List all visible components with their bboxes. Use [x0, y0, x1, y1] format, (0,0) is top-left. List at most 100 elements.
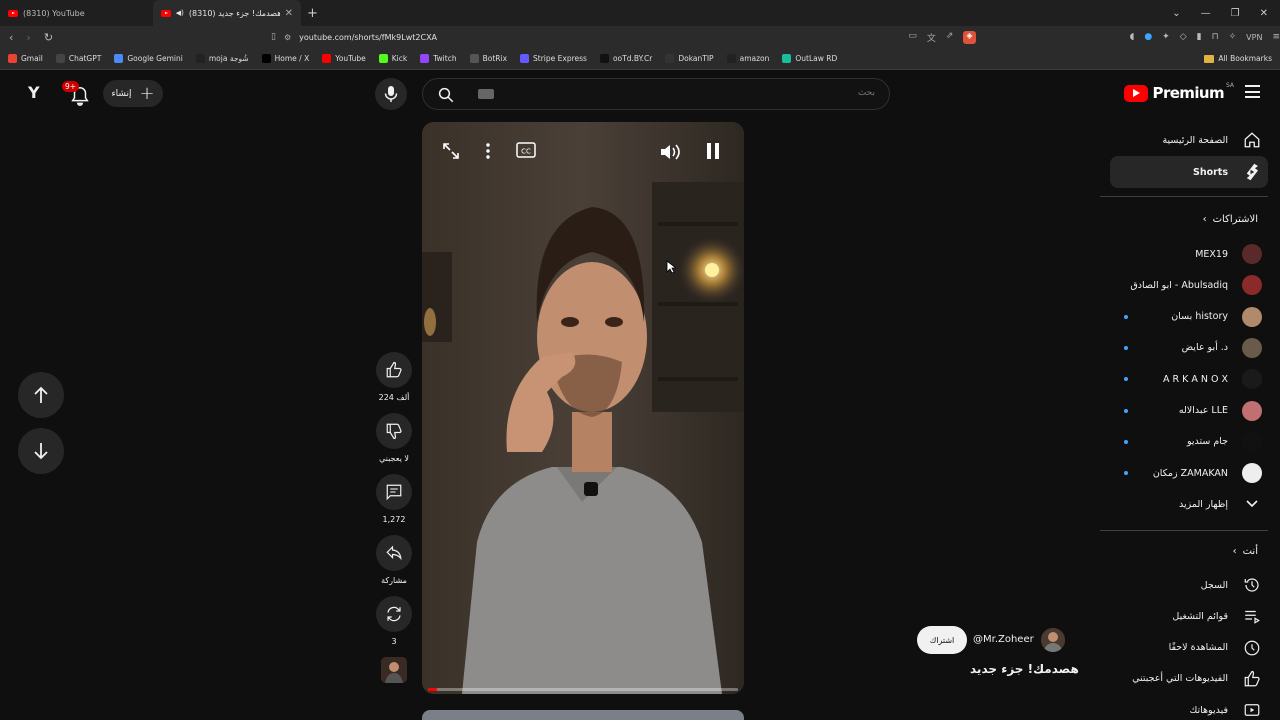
- short-video-player[interactable]: CC: [422, 122, 744, 694]
- bookmark-item[interactable]: BotRix: [469, 54, 507, 63]
- keyboard-icon[interactable]: [478, 89, 494, 99]
- next-short-button[interactable]: [18, 428, 64, 474]
- bookmarks-icon[interactable]: ⊓: [1212, 32, 1219, 42]
- extensions-icon[interactable]: ✦: [1162, 32, 1170, 42]
- sidebar-item-you[interactable]: المشاهدة لاحقًا: [1110, 632, 1268, 664]
- next-short-preview[interactable]: [422, 710, 744, 720]
- sidebar-icon[interactable]: ▮: [1197, 32, 1202, 42]
- sidebar-item-subscription[interactable]: A R K A N O X: [1110, 363, 1268, 395]
- bookmark-item[interactable]: YouTube: [322, 54, 366, 63]
- new-tab-icon[interactable]: +: [307, 6, 318, 21]
- bookmark-label: Gmail: [21, 54, 43, 63]
- search-icon[interactable]: [437, 86, 455, 104]
- close-window-icon[interactable]: ✕: [1260, 8, 1268, 19]
- bookmark-item[interactable]: Google Gemini: [114, 54, 183, 63]
- vpn-button[interactable]: VPN: [1246, 33, 1262, 42]
- share-button[interactable]: [376, 535, 412, 571]
- remix-icon: [387, 606, 401, 622]
- bookmark-item[interactable]: Kick: [378, 54, 408, 63]
- maximize-icon[interactable]: ❐: [1231, 8, 1240, 19]
- sidebar-item-label: بسان history: [1171, 311, 1228, 323]
- subscriptions-heading[interactable]: ‹ الاشتراكات: [1203, 214, 1258, 225]
- sidebar-item-you[interactable]: الفيديوهات التي أعجبتني: [1110, 663, 1268, 695]
- create-button[interactable]: إنشاء +: [103, 80, 163, 107]
- sidebar-item-subscription[interactable]: عبدالاله LLE: [1110, 395, 1268, 427]
- pause-icon[interactable]: [706, 142, 720, 164]
- sound-thumbnail[interactable]: [381, 657, 407, 683]
- translate-icon[interactable]: 文: [927, 31, 936, 44]
- sidebar-item-label: ابو الصادق - Abulsadiq: [1130, 279, 1228, 291]
- sidebar-item-shorts[interactable]: Shorts: [1110, 156, 1268, 188]
- voice-search-button[interactable]: [375, 78, 407, 110]
- microphone-icon: [384, 86, 398, 102]
- bookmark-item[interactable]: moja شُوجة: [195, 54, 249, 63]
- guide-menu-icon[interactable]: [1245, 85, 1260, 98]
- share-icon[interactable]: ⇗: [946, 31, 954, 44]
- bookmark-item[interactable]: Twitch: [420, 54, 457, 63]
- browser-menu-icon[interactable]: ≡: [1272, 32, 1280, 42]
- forward-icon[interactable]: ›: [26, 31, 30, 44]
- y-app-icon[interactable]: Y: [28, 83, 40, 102]
- mouse-cursor-icon: [666, 260, 676, 274]
- sidebar-item-subscription[interactable]: د. أبو عايض: [1110, 332, 1268, 364]
- bookmark-item[interactable]: amazon: [726, 54, 769, 63]
- sidebar-item-subscription[interactable]: زمكان ZAMAKAN: [1110, 457, 1268, 489]
- like-button[interactable]: [376, 352, 412, 388]
- sidebar-item-subscription[interactable]: جام ستديو: [1110, 426, 1268, 458]
- you-heading[interactable]: ‹ أنت: [1233, 546, 1258, 557]
- remix-button[interactable]: [376, 596, 412, 632]
- bookmark-item[interactable]: ChatGPT: [55, 54, 101, 63]
- all-bookmarks-button[interactable]: All Bookmarks: [1204, 54, 1280, 63]
- search-box[interactable]: بحث: [422, 78, 890, 110]
- bookmark-item[interactable]: OutLaw RD: [782, 54, 837, 63]
- url-field[interactable]: ▯ ⚙ youtube.com/shorts/fMk9Lwt2CXA ▭ 文 ⇗…: [271, 28, 980, 46]
- sidebar-item-subscription[interactable]: MEX19: [1110, 238, 1268, 270]
- extension-icons: ◖ ● ✦ ◇ ▮ ⊓ ✧ VPN ≡: [1130, 32, 1280, 42]
- sidebar-item-you[interactable]: قوائم التشغيل: [1110, 600, 1268, 632]
- bookmark-item[interactable]: Gmail: [8, 54, 43, 63]
- more-options-icon[interactable]: [484, 142, 492, 164]
- cast-icon[interactable]: ▭: [908, 31, 917, 44]
- bookmark-item[interactable]: DokanTIP: [665, 54, 714, 63]
- fullscreen-icon[interactable]: [442, 142, 460, 164]
- channel-avatar[interactable]: [1041, 628, 1065, 652]
- brave-shield-icon[interactable]: ◈: [963, 30, 976, 44]
- sidebar-item-subscription[interactable]: ابو الصادق - Abulsadiq: [1110, 269, 1268, 301]
- browser-tab-youtube[interactable]: (8310) YouTube: [0, 0, 150, 26]
- comments-button[interactable]: [376, 474, 412, 510]
- site-info-icon[interactable]: ⚙: [284, 33, 291, 42]
- bookmark-icon[interactable]: ▯: [271, 32, 276, 42]
- sidebar-item-you[interactable]: السجل: [1110, 569, 1268, 601]
- sidebar-item-subscription[interactable]: بسان history: [1110, 301, 1268, 333]
- extension-blue-icon[interactable]: ●: [1144, 32, 1152, 42]
- sidebar-item-you[interactable]: فيديوهاتك: [1110, 694, 1268, 720]
- ai-icon[interactable]: ◇: [1180, 32, 1187, 42]
- volume-icon[interactable]: [659, 142, 681, 166]
- video-progress-bar[interactable]: [428, 688, 738, 691]
- youtube-premium-logo[interactable]: Premium: [1123, 84, 1225, 102]
- captions-icon[interactable]: CC: [516, 142, 536, 162]
- channel-avatar: [1242, 400, 1262, 421]
- sidebar-item-home[interactable]: الصفحة الرئيسية: [1110, 124, 1268, 156]
- bookmark-item[interactable]: Home / X: [261, 54, 309, 63]
- notifications-button[interactable]: 9+: [62, 81, 92, 106]
- bookmark-label: YouTube: [335, 54, 366, 63]
- leo-icon[interactable]: ✧: [1229, 32, 1237, 42]
- tab-search-icon[interactable]: ⌄: [1172, 8, 1180, 19]
- dislike-button[interactable]: [376, 413, 412, 449]
- channel-handle[interactable]: @Mr.Zoheer: [973, 634, 1034, 645]
- show-more-button[interactable]: إظهار المزيد: [1110, 488, 1268, 520]
- minimize-icon[interactable]: —: [1201, 8, 1211, 19]
- subscribe-button[interactable]: اشتراك: [917, 626, 967, 654]
- close-tab-icon[interactable]: ✕: [285, 8, 293, 19]
- channel-avatar: [1242, 463, 1262, 484]
- bookmark-label: Kick: [391, 54, 408, 63]
- search-input[interactable]: بحث: [858, 88, 875, 98]
- browser-tab-short[interactable]: ◀) (8310) هصدمك! جزء جديد ✕: [153, 0, 301, 26]
- previous-short-button[interactable]: [18, 372, 64, 418]
- back-icon[interactable]: ‹: [9, 31, 13, 44]
- bookmark-item[interactable]: ooTd.BY.Cr: [599, 54, 652, 63]
- reload-icon[interactable]: ↻: [44, 31, 53, 44]
- wallet-icon[interactable]: ◖: [1130, 32, 1135, 42]
- bookmark-item[interactable]: Stripe Express: [520, 54, 587, 63]
